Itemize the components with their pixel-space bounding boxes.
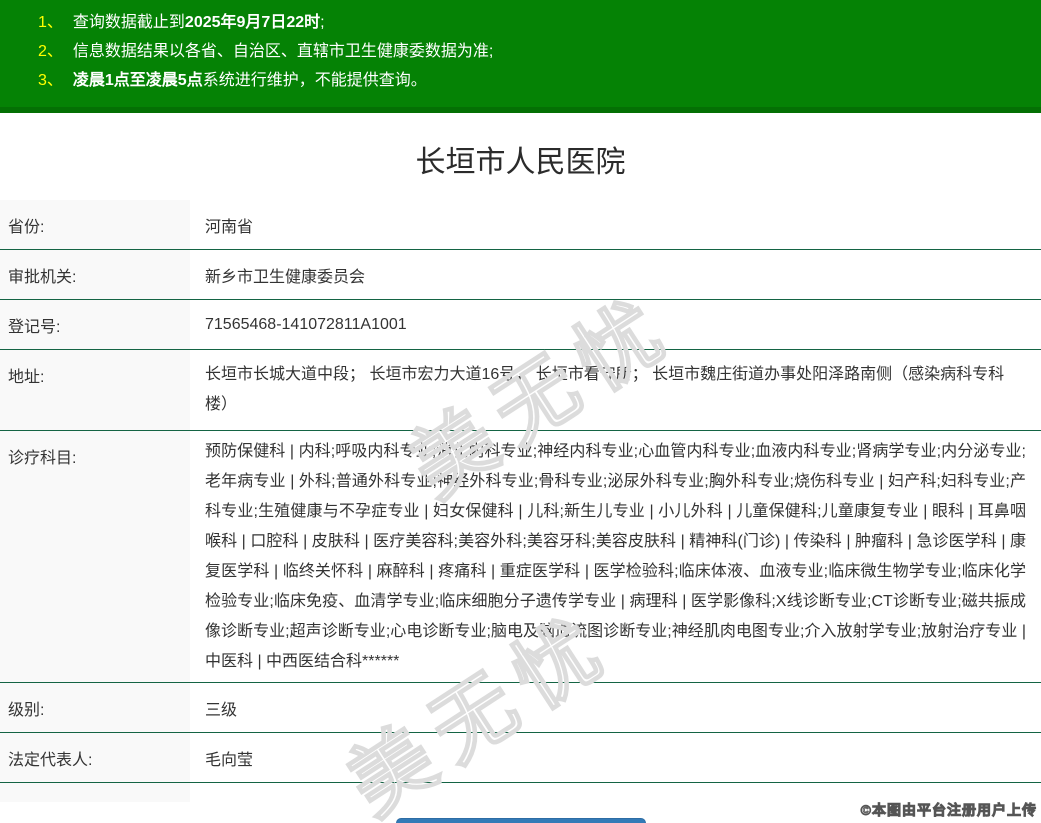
field-label: 省份: [0,200,190,249]
info-row-medical-subjects: 诊疗科目: 预防保健科 | 内科;呼吸内科专业;消化内科专业;神经内科专业;心血… [0,430,1041,682]
info-row-province: 省份: 河南省 [0,200,1041,249]
hospital-detail-page: 1、 查询数据截止到2025年9月7日22时; 2、 信息数据结果以各省、自治区、直… [0,0,1041,823]
notice-text-bold: 2025年9月7日22时 [184,14,321,31]
info-row-legal-representative: 法定代表人: 毛向莹 [0,732,1041,782]
page-title: 长垣市人民医院 [415,146,626,179]
field-value: 预防保健科 | 内科;呼吸内科专业;消化内科专业;神经内科专业;心血管内科专业;… [205,443,1026,670]
close-window-button[interactable]: 〖关闭窗口〗 [395,818,646,823]
field-label: 级别: [0,683,190,732]
field-value: 河南省 [205,218,254,236]
info-row-address: 地址: 长垣市长城大道中段； 长垣市宏力大道16号； 长垣市看守所； 长垣市魏庄… [0,349,1041,430]
field-label: 审批机关: [0,250,190,299]
field-label: 诊疗科目: [0,431,190,682]
notice-text: 查询数据截止到 [72,14,185,31]
notice-text: ; [320,14,325,31]
field-label: 地址: [0,350,190,430]
field-value: 新乡市卫生健康委员会 [205,268,366,286]
notice-banner: 1、 查询数据截止到2025年9月7日22时; 2、 信息数据结果以各省、自治区、直… [0,0,1041,113]
notice-number: 3、 [38,72,63,89]
notice-text: 信息数据结果以各省、自治区、直辖市卫生健康委数据为准; [72,43,494,60]
notice-line: 3、 凌晨1点至凌晨5点系统进行维护，不能提供查询。 [38,66,1031,95]
field-value: 毛向莹 [205,751,254,769]
info-row-approval-authority: 审批机关: 新乡市卫生健康委员会 [0,249,1041,299]
field-value: 三级 [205,701,238,719]
notice-line: 2、 信息数据结果以各省、自治区、直辖市卫生健康委数据为准; [38,37,1031,66]
notice-text-bold: 凌晨1点至凌晨5点 [72,72,203,89]
field-value: 长垣市长城大道中段； 长垣市宏力大道16号； 长垣市看守所； 长垣市魏庄街道办事… [205,366,1005,413]
field-label: 法定代表人: [0,733,190,782]
notice-text: 系统进行维护，不能提供查询。 [202,72,427,89]
notice-line: 1、 查询数据截止到2025年9月7日22时; [38,8,1031,37]
info-row-registration-number: 登记号: 71565468-141072811A1001 [0,299,1041,349]
info-row-level: 级别: 三级 [0,682,1041,732]
hospital-info-table: 省份: 河南省 审批机关: 新乡市卫生健康委员会 登记号: 71565468-1… [0,200,1041,802]
notice-number: 1、 [38,14,63,31]
info-row-clipped: 主要负责人: [0,782,1041,802]
notice-number: 2、 [38,43,63,60]
field-value: 71565468-141072811A1001 [205,315,407,333]
field-label: 登记号: [0,300,190,349]
field-label: 主要负责人: [0,783,190,802]
footer-credit: ©本图由平台注册用户上传 [860,802,1037,819]
